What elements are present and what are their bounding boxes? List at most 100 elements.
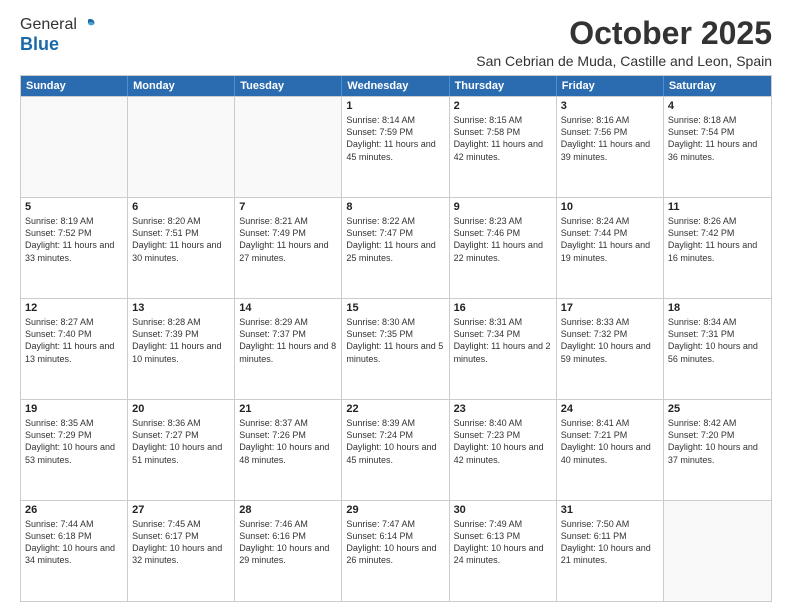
cell-w2-d0: 5 Sunrise: 8:19 AM Sunset: 7:52 PM Daylig… — [21, 198, 128, 298]
cell-w2-d6: 11Sunrise: 8:26 AM Sunset: 7:42 PM Dayli… — [664, 198, 771, 298]
cell-w4-d4: 23 Sunrise: 8:40 AM Sunset: 7:23 PM Dayli… — [450, 400, 557, 500]
title-block: October 2025 San Cebrian de Muda, Castil… — [476, 16, 772, 69]
day-info: Sunrise: 8:16 AM Sunset: 7:56 PM Dayligh… — [561, 114, 659, 163]
cell-w1-d0 — [21, 97, 128, 197]
day-info: Sunrise: 8:41 AM Sunset: 7:21 PM Dayligh… — [561, 417, 659, 466]
day-info: Sunrise: 8:21 AM Sunset: 7:49 PM Dayligh… — [239, 215, 337, 264]
day-number: 5 — [25, 201, 123, 213]
day-number: 27 — [132, 504, 230, 516]
day-number: 3 — [561, 100, 659, 112]
cell-w2-d1: 6 Sunrise: 8:20 AM Sunset: 7:51 PM Daylig… — [128, 198, 235, 298]
cell-w3-d2: 14 Sunrise: 8:29 AM Sunset: 7:37 PM Dayli… — [235, 299, 342, 399]
day-number: 25 — [668, 403, 767, 415]
day-number: 30 — [454, 504, 552, 516]
day-number: 20 — [132, 403, 230, 415]
day-number: 17 — [561, 302, 659, 314]
cell-w5-d0: 26 Sunrise: 7:44 AM Sunset: 6:18 PM Dayli… — [21, 501, 128, 601]
day-number: 13 — [132, 302, 230, 314]
cell-w1-d3: 1 Sunrise: 8:14 AM Sunset: 7:59 PM Daylig… — [342, 97, 449, 197]
day-number: 23 — [454, 403, 552, 415]
header-sunday: Sunday — [21, 76, 128, 96]
day-number: 4 — [668, 100, 767, 112]
day-number: 14 — [239, 302, 337, 314]
day-info: Sunrise: 8:22 AM Sunset: 7:47 PM Dayligh… — [346, 215, 444, 264]
cell-w2-d4: 9 Sunrise: 8:23 AM Sunset: 7:46 PM Daylig… — [450, 198, 557, 298]
day-info: Sunrise: 8:29 AM Sunset: 7:37 PM Dayligh… — [239, 316, 337, 365]
cell-w1-d2 — [235, 97, 342, 197]
cell-w1-d1 — [128, 97, 235, 197]
header-monday: Monday — [128, 76, 235, 96]
day-info: Sunrise: 8:28 AM Sunset: 7:39 PM Dayligh… — [132, 316, 230, 365]
week-row-4: 19 Sunrise: 8:35 AM Sunset: 7:29 PM Dayli… — [21, 399, 771, 500]
logo: General Blue — [20, 16, 97, 55]
day-info: Sunrise: 8:40 AM Sunset: 7:23 PM Dayligh… — [454, 417, 552, 466]
day-number: 9 — [454, 201, 552, 213]
day-number: 16 — [454, 302, 552, 314]
cell-w5-d5: 31 Sunrise: 7:50 AM Sunset: 6:11 PM Dayli… — [557, 501, 664, 601]
logo-general: General — [20, 16, 77, 34]
day-number: 1 — [346, 100, 444, 112]
day-info: Sunrise: 8:26 AM Sunset: 7:42 PM Dayligh… — [668, 215, 767, 264]
day-number: 18 — [668, 302, 767, 314]
page: General Blue October 2025 San Cebrian de… — [0, 0, 792, 612]
day-info: Sunrise: 8:19 AM Sunset: 7:52 PM Dayligh… — [25, 215, 123, 264]
day-info: Sunrise: 7:46 AM Sunset: 6:16 PM Dayligh… — [239, 518, 337, 567]
header-friday: Friday — [557, 76, 664, 96]
cell-w3-d1: 13 Sunrise: 8:28 AM Sunset: 7:39 PM Dayli… — [128, 299, 235, 399]
cell-w4-d2: 21 Sunrise: 8:37 AM Sunset: 7:26 PM Dayli… — [235, 400, 342, 500]
day-info: Sunrise: 8:35 AM Sunset: 7:29 PM Dayligh… — [25, 417, 123, 466]
day-number: 6 — [132, 201, 230, 213]
cell-w3-d4: 16Sunrise: 8:31 AM Sunset: 7:34 PM Dayli… — [450, 299, 557, 399]
cell-w4-d6: 25 Sunrise: 8:42 AM Sunset: 7:20 PM Dayli… — [664, 400, 771, 500]
cell-w2-d2: 7 Sunrise: 8:21 AM Sunset: 7:49 PM Daylig… — [235, 198, 342, 298]
day-info: Sunrise: 7:45 AM Sunset: 6:17 PM Dayligh… — [132, 518, 230, 567]
day-number: 24 — [561, 403, 659, 415]
cell-w3-d6: 18Sunrise: 8:34 AM Sunset: 7:31 PM Dayli… — [664, 299, 771, 399]
day-info: Sunrise: 8:23 AM Sunset: 7:46 PM Dayligh… — [454, 215, 552, 264]
calendar: Sunday Monday Tuesday Wednesday Thursday… — [20, 75, 772, 602]
cell-w1-d4: 2Sunrise: 8:15 AM Sunset: 7:58 PM Daylig… — [450, 97, 557, 197]
day-number: 31 — [561, 504, 659, 516]
day-number: 12 — [25, 302, 123, 314]
day-number: 26 — [25, 504, 123, 516]
day-info: Sunrise: 8:20 AM Sunset: 7:51 PM Dayligh… — [132, 215, 230, 264]
day-info: Sunrise: 8:36 AM Sunset: 7:27 PM Dayligh… — [132, 417, 230, 466]
cell-w1-d5: 3 Sunrise: 8:16 AM Sunset: 7:56 PM Daylig… — [557, 97, 664, 197]
cell-w4-d3: 22Sunrise: 8:39 AM Sunset: 7:24 PM Dayli… — [342, 400, 449, 500]
day-info: Sunrise: 8:27 AM Sunset: 7:40 PM Dayligh… — [25, 316, 123, 365]
day-info: Sunrise: 8:42 AM Sunset: 7:20 PM Dayligh… — [668, 417, 767, 466]
day-info: Sunrise: 7:47 AM Sunset: 6:14 PM Dayligh… — [346, 518, 444, 567]
day-info: Sunrise: 8:18 AM Sunset: 7:54 PM Dayligh… — [668, 114, 767, 163]
day-info: Sunrise: 8:30 AM Sunset: 7:35 PM Dayligh… — [346, 316, 444, 365]
day-info: Sunrise: 8:39 AM Sunset: 7:24 PM Dayligh… — [346, 417, 444, 466]
header-thursday: Thursday — [450, 76, 557, 96]
day-info: Sunrise: 8:24 AM Sunset: 7:44 PM Dayligh… — [561, 215, 659, 264]
calendar-body: 1 Sunrise: 8:14 AM Sunset: 7:59 PM Daylig… — [21, 96, 771, 601]
day-number: 7 — [239, 201, 337, 213]
cell-w3-d3: 15 Sunrise: 8:30 AM Sunset: 7:35 PM Dayli… — [342, 299, 449, 399]
cell-w5-d3: 29 Sunrise: 7:47 AM Sunset: 6:14 PM Dayli… — [342, 501, 449, 601]
day-info: Sunrise: 7:49 AM Sunset: 6:13 PM Dayligh… — [454, 518, 552, 567]
day-info: Sunrise: 7:50 AM Sunset: 6:11 PM Dayligh… — [561, 518, 659, 567]
day-info: Sunrise: 8:37 AM Sunset: 7:26 PM Dayligh… — [239, 417, 337, 466]
day-number: 19 — [25, 403, 123, 415]
header-tuesday: Tuesday — [235, 76, 342, 96]
cell-w3-d0: 12 Sunrise: 8:27 AM Sunset: 7:40 PM Dayli… — [21, 299, 128, 399]
day-number: 29 — [346, 504, 444, 516]
cell-w3-d5: 17Sunrise: 8:33 AM Sunset: 7:32 PM Dayli… — [557, 299, 664, 399]
week-row-3: 12 Sunrise: 8:27 AM Sunset: 7:40 PM Dayli… — [21, 298, 771, 399]
week-row-2: 5 Sunrise: 8:19 AM Sunset: 7:52 PM Daylig… — [21, 197, 771, 298]
day-number: 21 — [239, 403, 337, 415]
week-row-1: 1 Sunrise: 8:14 AM Sunset: 7:59 PM Daylig… — [21, 96, 771, 197]
day-number: 10 — [561, 201, 659, 213]
day-info: Sunrise: 8:14 AM Sunset: 7:59 PM Dayligh… — [346, 114, 444, 163]
header: General Blue October 2025 San Cebrian de… — [20, 16, 772, 69]
cell-w4-d0: 19 Sunrise: 8:35 AM Sunset: 7:29 PM Dayli… — [21, 400, 128, 500]
day-number: 28 — [239, 504, 337, 516]
day-number: 15 — [346, 302, 444, 314]
cell-w5-d4: 30 Sunrise: 7:49 AM Sunset: 6:13 PM Dayli… — [450, 501, 557, 601]
day-info: Sunrise: 7:44 AM Sunset: 6:18 PM Dayligh… — [25, 518, 123, 567]
cell-w2-d3: 8Sunrise: 8:22 AM Sunset: 7:47 PM Daylig… — [342, 198, 449, 298]
header-wednesday: Wednesday — [342, 76, 449, 96]
month-title: October 2025 — [476, 16, 772, 51]
